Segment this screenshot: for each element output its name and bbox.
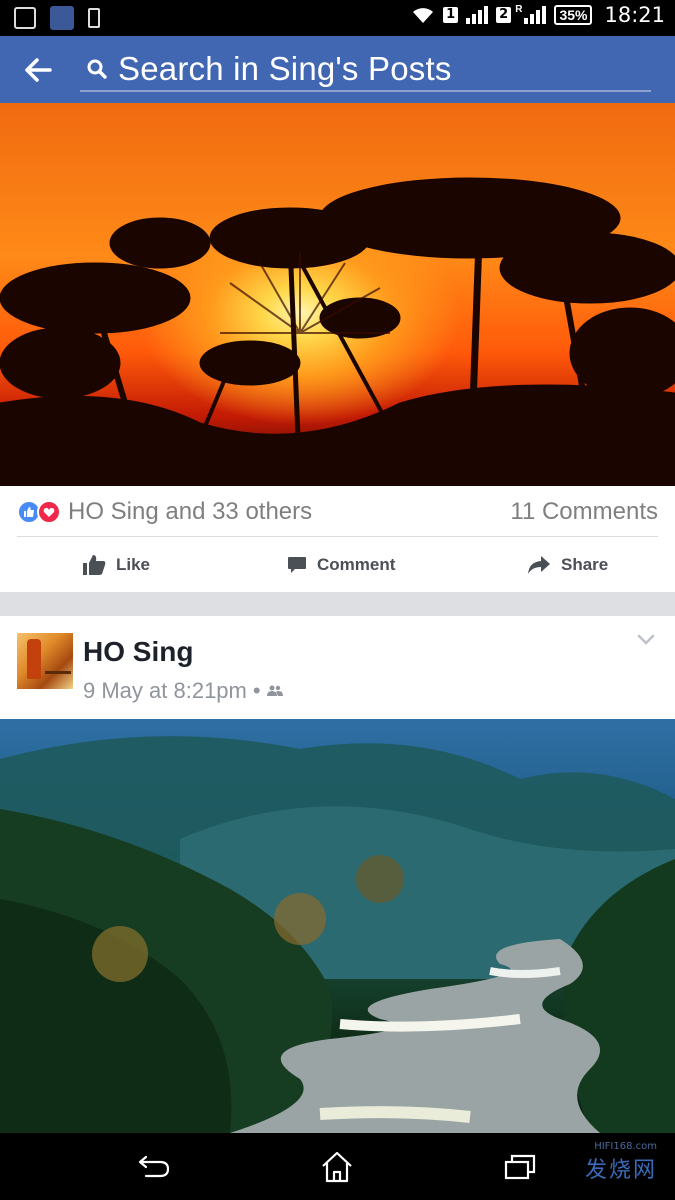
sim1-badge: 1: [443, 7, 459, 23]
watermark: HIFI168.com 发烧网: [585, 1141, 657, 1184]
reactions-row[interactable]: HO Sing and 33 others 11 Comments: [0, 486, 675, 536]
love-reaction-icon: [37, 500, 61, 524]
screenshot-icon: [14, 7, 36, 29]
search-header: Search in Sing's Posts: [0, 36, 675, 103]
notification-icons: [14, 6, 100, 30]
search-placeholder: Search in Sing's Posts: [118, 50, 452, 87]
watermark-text: 发烧网: [584, 1158, 657, 1183]
recent-apps-icon: [504, 1154, 536, 1180]
wifi-icon: [413, 8, 434, 23]
search-icon: [87, 59, 107, 79]
river-valley-scene: [0, 736, 675, 1133]
thumbs-up-icon: [83, 554, 106, 575]
arrow-left-icon: [25, 58, 52, 82]
facebook-notification-icon: [50, 6, 74, 30]
back-button[interactable]: [20, 53, 56, 87]
nav-recent-apps-button[interactable]: [498, 1147, 538, 1187]
like-label: Like: [116, 554, 151, 574]
comment-button[interactable]: Comment: [287, 537, 395, 592]
post-photo-sunset[interactable]: [0, 103, 675, 486]
comments-count[interactable]: 11 Comments: [510, 498, 658, 526]
comment-label: Comment: [317, 554, 396, 574]
chevron-down-icon[interactable]: [637, 634, 655, 646]
author-name[interactable]: HO Sing: [83, 636, 193, 668]
signal-icon: [466, 6, 489, 24]
roaming-indicator: R: [515, 3, 523, 15]
reactors-text[interactable]: HO Sing and 33 others: [68, 498, 312, 526]
home-icon: [322, 1151, 352, 1183]
search-input[interactable]: Search in Sing's Posts: [80, 48, 651, 92]
watermark-url: HIFI168.com: [594, 1141, 657, 1152]
share-arrow-icon: [528, 555, 550, 574]
meta-separator: •: [252, 678, 261, 703]
nav-back-button[interactable]: [134, 1147, 174, 1187]
reaction-icons: [17, 500, 65, 524]
share-label: Share: [561, 554, 609, 574]
post-feedback-card: HO Sing and 33 others 11 Comments Like C…: [0, 486, 675, 592]
clock: 18:21: [604, 3, 665, 27]
post-meta: 9 May at 8:21pm •: [83, 678, 283, 704]
navigation-bar: HIFI168.com 发烧网: [0, 1133, 675, 1200]
share-button[interactable]: Share: [527, 537, 608, 592]
status-bar: 1 2 R 35% 18:21: [0, 0, 675, 36]
system-status: 1 2 R 35% 18:21: [411, 3, 665, 27]
post-actions: Like Comment Share: [0, 537, 675, 592]
friends-audience-icon: [266, 685, 283, 696]
post-photo-river-valley[interactable]: [0, 719, 675, 1133]
post-timestamp[interactable]: 9 May at 8:21pm: [83, 678, 247, 704]
phone-icon: [88, 8, 100, 28]
signal-icon: [524, 6, 547, 24]
nav-home-button[interactable]: [317, 1147, 357, 1187]
comment-icon: [288, 556, 306, 573]
like-button[interactable]: Like: [82, 537, 150, 592]
sim2-badge: 2: [496, 7, 512, 23]
avatar[interactable]: [17, 633, 73, 689]
sunset-silhouette: [0, 177, 675, 486]
post-header: HO Sing 9 May at 8:21pm •: [0, 616, 675, 719]
battery-indicator: 35%: [554, 5, 593, 25]
back-icon: [138, 1155, 170, 1178]
